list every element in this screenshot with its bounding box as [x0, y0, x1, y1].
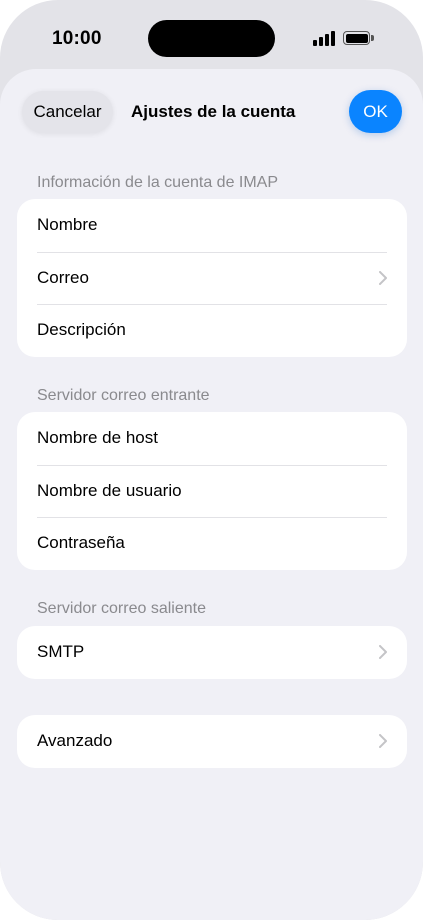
- row-label: Correo: [37, 267, 89, 287]
- phone-screen: 10:00 Cancelar Ajustes de la cuenta OK I…: [0, 0, 423, 920]
- chevron-right-icon: [379, 734, 387, 749]
- row-label: SMTP: [37, 642, 85, 662]
- cancel-button[interactable]: Cancelar: [22, 91, 113, 133]
- chevron-right-icon: [379, 645, 387, 660]
- dynamic-island: [148, 20, 275, 57]
- status-time: 10:00: [52, 28, 102, 49]
- battery-icon: [343, 31, 375, 45]
- section-header-imap-account-info: Información de la cuenta de IMAP: [37, 174, 279, 191]
- imap-account-info-group: Nombre Correo Descripción: [17, 199, 407, 357]
- row-smtp[interactable]: SMTP: [17, 626, 407, 679]
- ok-button[interactable]: OK: [349, 90, 402, 133]
- advanced-group: Avanzado: [17, 715, 407, 768]
- account-settings-sheet: Cancelar Ajustes de la cuenta OK Informa…: [0, 69, 423, 920]
- page-title: Ajustes de la cuenta: [131, 102, 296, 121]
- row-label: Nombre: [37, 215, 98, 235]
- cellular-signal-icon: [313, 31, 337, 46]
- row-label: Nombre de host: [37, 428, 158, 448]
- row-label: Descripción: [37, 320, 126, 340]
- section-header-incoming-server: Servidor correo entrante: [37, 387, 210, 404]
- outgoing-server-group: SMTP: [17, 626, 407, 679]
- row-username[interactable]: Nombre de usuario: [17, 464, 407, 518]
- incoming-server-group: Nombre de host Nombre de usuario Contras…: [17, 412, 407, 570]
- status-bar: 10:00: [0, 0, 423, 70]
- row-hostname[interactable]: Nombre de host: [17, 412, 407, 465]
- row-label: Nombre de usuario: [37, 480, 182, 500]
- row-email[interactable]: Correo: [17, 251, 407, 305]
- section-header-outgoing-server: Servidor correo saliente: [37, 600, 206, 617]
- row-label: Contraseña: [37, 533, 125, 553]
- row-advanced[interactable]: Avanzado: [17, 715, 407, 768]
- chevron-right-icon: [379, 270, 387, 285]
- row-description[interactable]: Descripción: [17, 304, 407, 357]
- row-label: Avanzado: [37, 731, 113, 751]
- row-name[interactable]: Nombre: [17, 199, 407, 252]
- row-password[interactable]: Contraseña: [17, 517, 407, 570]
